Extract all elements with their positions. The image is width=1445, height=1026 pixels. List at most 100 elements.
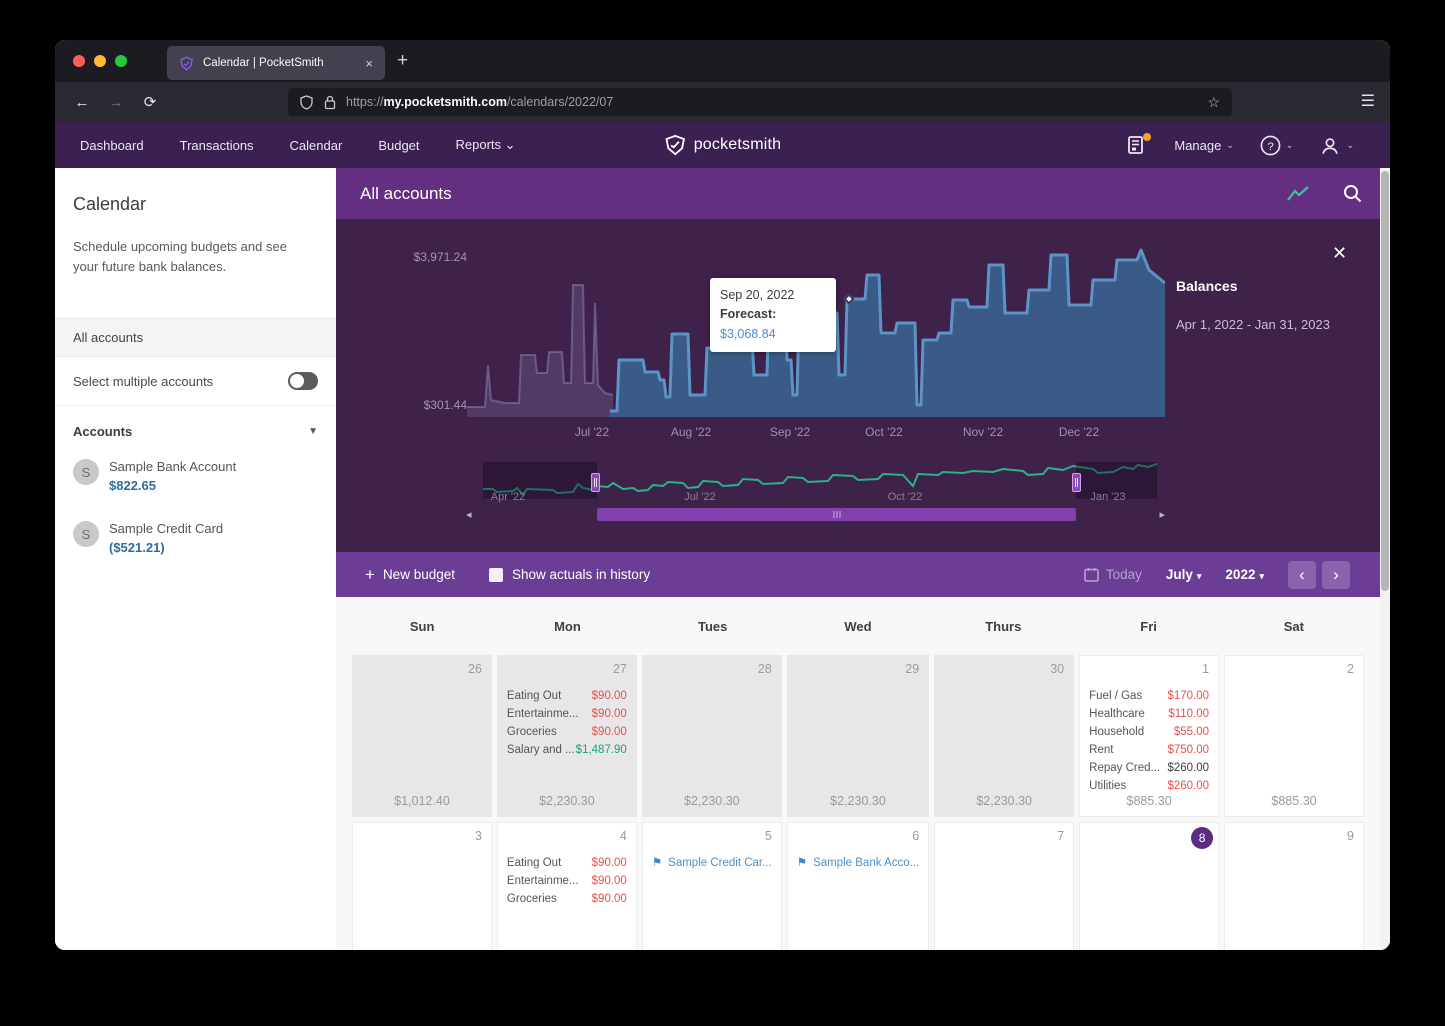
calendar-cell[interactable]: 30$2,230.30 — [934, 655, 1074, 817]
sidebar-item-all-accounts[interactable]: All accounts — [55, 318, 336, 357]
search-icon[interactable] — [1343, 184, 1362, 203]
x-axis-tick-label: Oct '22 — [865, 425, 903, 439]
event-flag[interactable]: ⚑Sample Bank Acco... — [788, 854, 928, 872]
account-item[interactable]: SSample Bank Account$822.65 — [55, 445, 336, 507]
navigator-handle-left[interactable] — [591, 473, 600, 492]
budget-entry[interactable]: Rent$750.00 — [1080, 741, 1218, 759]
scrollbar-thumb[interactable] — [1381, 171, 1389, 591]
new-tab-button[interactable]: + — [397, 50, 408, 72]
maximize-window-button[interactable] — [115, 55, 127, 67]
svg-text:?: ? — [1267, 140, 1273, 152]
app-nav: Dashboard Transactions Calendar Budget R… — [55, 122, 1390, 168]
today-button[interactable]: Today — [1084, 567, 1142, 582]
navigator-scroll-thumb[interactable] — [597, 508, 1076, 521]
pocketsmith-logo[interactable]: pocketsmith — [664, 134, 782, 156]
budget-entry[interactable]: Groceries$90.00 — [498, 723, 636, 741]
tab-strip: Calendar | PocketSmith × + — [55, 40, 1390, 82]
calendar-cell[interactable]: 9 — [1224, 822, 1364, 950]
forward-button[interactable]: → — [99, 94, 133, 111]
entry-category: Eating Out — [507, 687, 561, 705]
user-icon — [1319, 135, 1341, 156]
calendar-cell[interactable]: 29$2,230.30 — [787, 655, 929, 817]
calendar-cell[interactable]: 7 — [934, 822, 1074, 950]
navigator-scrollbar[interactable]: ◂ ▸ — [474, 508, 1157, 521]
entry-category: Household — [1089, 723, 1144, 741]
help-icon: ? — [1260, 135, 1281, 156]
tooltip-date: Sep 20, 2022 — [720, 286, 826, 305]
entry-amount: $90.00 — [592, 723, 627, 741]
manage-menu[interactable]: Manage⌄ — [1174, 138, 1234, 153]
help-menu[interactable]: ? ⌄ — [1260, 135, 1294, 156]
close-window-button[interactable] — [73, 55, 85, 67]
page-scrollbar[interactable] — [1380, 168, 1390, 950]
tracking-shield-icon[interactable] — [300, 95, 313, 110]
avatar: S — [73, 459, 99, 485]
day-header-label: Fri — [1078, 619, 1218, 634]
day-number: 6 — [912, 829, 919, 843]
nav-transactions[interactable]: Transactions — [180, 138, 254, 153]
accounts-header[interactable]: Accounts▼ — [55, 406, 336, 445]
budget-entry[interactable]: Entertainme...$90.00 — [498, 872, 636, 890]
reload-button[interactable]: ⟳ — [133, 93, 167, 111]
budget-entry[interactable]: Eating Out$90.00 — [498, 854, 636, 872]
news-icon — [1128, 136, 1148, 154]
nav-dashboard[interactable]: Dashboard — [80, 138, 144, 153]
year-dropdown[interactable]: 2022▾ — [1225, 567, 1264, 582]
browser-tab[interactable]: Calendar | PocketSmith × — [167, 46, 385, 80]
nav-reports[interactable]: Reports ⌄ — [456, 137, 516, 153]
navigator-handle-right[interactable] — [1072, 473, 1081, 492]
budget-entry[interactable]: Groceries$90.00 — [498, 890, 636, 908]
calendar-cell[interactable]: 28$2,230.30 — [642, 655, 782, 817]
budget-entry[interactable]: Repay Cred...$260.00 — [1080, 759, 1218, 777]
scroll-left-icon[interactable]: ◂ — [466, 508, 472, 521]
budget-entry[interactable]: Eating Out$90.00 — [498, 687, 636, 705]
back-button[interactable]: ← — [65, 94, 99, 111]
event-flag[interactable]: ⚑Sample Credit Car... — [643, 854, 781, 872]
trend-chart-icon[interactable] — [1287, 186, 1309, 202]
month-dropdown[interactable]: July▾ — [1166, 567, 1202, 582]
entry-amount: $170.00 — [1167, 687, 1209, 705]
calendar-cell[interactable]: 8 — [1079, 822, 1219, 950]
budget-entry[interactable]: Utilities$260.00 — [1080, 777, 1218, 795]
budget-entry[interactable]: Salary and ...$1,487.90 — [498, 741, 636, 759]
prev-month-button[interactable]: ‹ — [1288, 561, 1316, 589]
account-menu[interactable]: ⌄ — [1319, 135, 1354, 156]
close-chart-icon[interactable]: ✕ — [1332, 243, 1347, 264]
calendar-cell[interactable]: 26$1,012.40 — [352, 655, 492, 817]
lock-icon[interactable] — [324, 95, 336, 110]
calendar-cell[interactable]: 2$885.30 — [1224, 655, 1364, 817]
url-bar[interactable]: https://my.pocketsmith.com/calendars/202… — [288, 88, 1232, 116]
new-budget-button[interactable]: +New budget — [365, 565, 455, 585]
scroll-right-icon[interactable]: ▸ — [1159, 508, 1165, 521]
calendar-cell[interactable]: 6 ⚑Sample Bank Acco... — [787, 822, 929, 950]
nav-calendar[interactable]: Calendar — [290, 138, 343, 153]
bookmark-star-icon[interactable]: ☆ — [1207, 94, 1220, 111]
navigator-tick-label: Jul '22 — [684, 491, 715, 503]
minimize-window-button[interactable] — [94, 55, 106, 67]
calendar-cell[interactable]: 5⚑Sample Credit Car... — [642, 822, 782, 950]
entry-category: Repay Cred... — [1089, 759, 1160, 777]
calendar-cell[interactable]: 3 — [352, 822, 492, 950]
day-header-label: Sun — [352, 619, 492, 634]
whats-new-button[interactable] — [1128, 136, 1148, 154]
calendar-cell[interactable]: 27Eating Out$90.00Entertainme...$90.00Gr… — [497, 655, 637, 817]
flag-icon: ⚑ — [797, 857, 807, 869]
nav-budget[interactable]: Budget — [378, 138, 419, 153]
calendar-cell[interactable]: 4Eating Out$90.00Entertainme...$90.00Gro… — [497, 822, 637, 950]
account-item[interactable]: SSample Credit Card($521.21) — [55, 507, 336, 569]
calendar-cell[interactable]: 1Fuel / Gas$170.00Healthcare$110.00House… — [1079, 655, 1219, 817]
budget-entry[interactable]: Healthcare$110.00 — [1080, 705, 1218, 723]
tab-close-icon[interactable]: × — [365, 56, 373, 71]
budget-entry[interactable]: Entertainme...$90.00 — [498, 705, 636, 723]
menu-hamburger-icon[interactable]: ☰ — [1361, 91, 1376, 111]
entry-amount: $260.00 — [1167, 777, 1209, 795]
chart-navigator[interactable]: Apr '22Jul '22Oct '22Jan '23 — [483, 462, 1157, 505]
show-actuals-checkbox[interactable]: Show actuals in history — [489, 567, 650, 582]
budget-entry[interactable]: Household$55.00 — [1080, 723, 1218, 741]
next-month-button[interactable]: › — [1322, 561, 1350, 589]
day-total: $885.30 — [1225, 794, 1363, 808]
entry-amount: $90.00 — [592, 854, 627, 872]
select-multiple-toggle[interactable] — [288, 372, 318, 390]
day-header-label: Thurs — [933, 619, 1073, 634]
budget-entry[interactable]: Fuel / Gas$170.00 — [1080, 687, 1218, 705]
